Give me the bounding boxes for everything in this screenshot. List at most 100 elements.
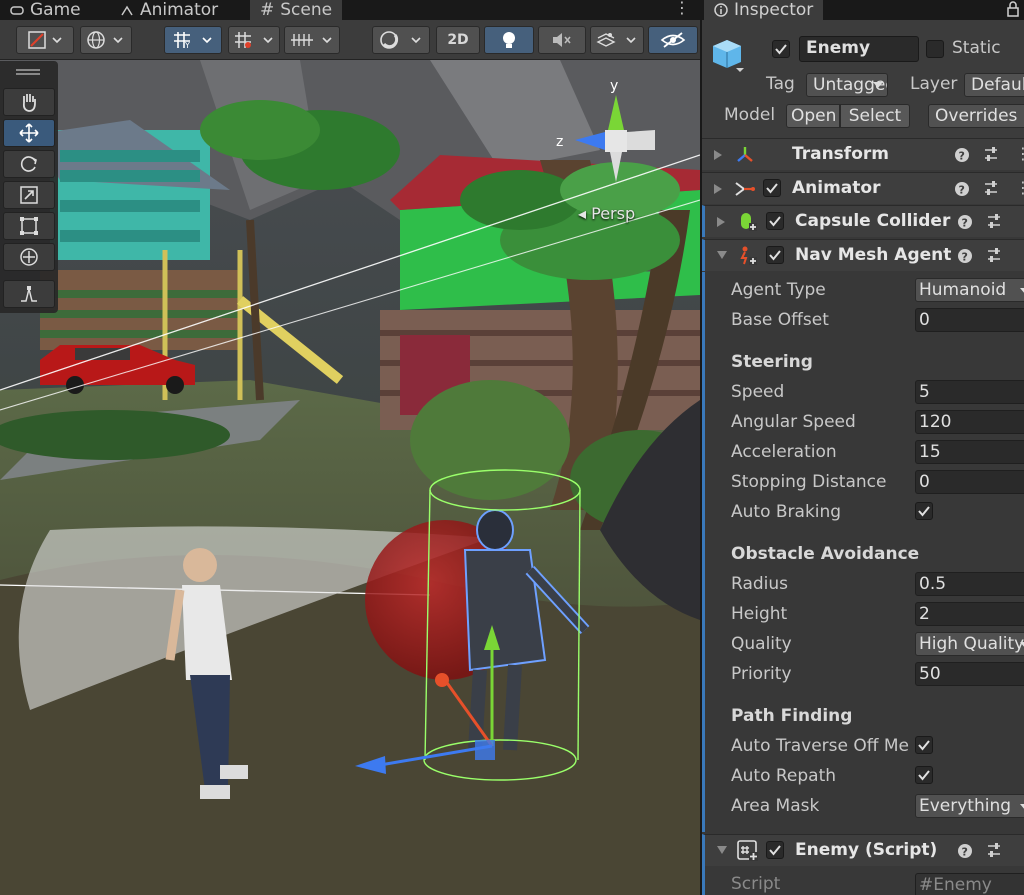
custom-tool-button[interactable] <box>3 280 55 308</box>
auto-traverse-checkbox[interactable] <box>915 736 933 754</box>
preset-sliders-icon[interactable] <box>986 842 1002 858</box>
enemy-script-enabled-checkbox[interactable] <box>766 841 784 859</box>
checkmark-icon <box>769 250 781 261</box>
audio-toggle-button[interactable] <box>538 26 586 54</box>
enemy-script-body: Script #Enemy <box>702 866 1024 895</box>
lock-icon[interactable] <box>1006 1 1020 17</box>
lighting-toggle-button[interactable] <box>484 26 534 54</box>
sphere-shading-icon <box>380 31 421 49</box>
gameobject-active-checkbox[interactable] <box>772 40 790 58</box>
increment-snap-dropdown[interactable] <box>228 26 280 54</box>
component-menu-icon[interactable]: ⋮ <box>1015 178 1024 197</box>
component-capsule-collider[interactable]: Capsule Collider ? ⋮ <box>702 205 1024 237</box>
agent-type-dropdown[interactable]: Humanoid <box>915 278 1024 302</box>
height-field[interactable]: 2 <box>915 602 1024 626</box>
help-icon[interactable]: ? <box>957 214 973 230</box>
tab-scene[interactable]: # Scene <box>250 0 343 20</box>
scene-render-image[interactable]: y z <box>0 60 700 895</box>
scale-tool-button[interactable] <box>3 181 55 209</box>
rotate-tool-button[interactable] <box>3 150 55 178</box>
height-label[interactable]: Height <box>731 604 787 624</box>
tab-animator[interactable]: Animator <box>110 0 228 20</box>
scene-menu-icon[interactable]: ⋮ <box>674 0 690 17</box>
speed-label[interactable]: Speed <box>731 382 784 402</box>
effects-dropdown[interactable] <box>590 26 644 54</box>
angular-speed-field[interactable]: 120 <box>915 410 1024 434</box>
transform-tool-button[interactable] <box>3 243 55 271</box>
auto-braking-checkbox[interactable] <box>915 502 933 520</box>
preset-sliders-icon[interactable] <box>983 180 999 196</box>
help-icon[interactable]: ? <box>957 843 973 859</box>
tab-inspector[interactable]: Inspector <box>704 0 824 20</box>
preset-sliders-icon[interactable] <box>986 213 1002 229</box>
overrides-dropdown[interactable]: Overrides <box>928 104 1024 128</box>
animator-enabled-checkbox[interactable] <box>763 179 781 197</box>
prefab-cube-icon[interactable] <box>712 36 746 74</box>
open-model-button[interactable]: Open <box>786 104 840 128</box>
auto-repath-label: Auto Repath <box>731 766 837 786</box>
capsule-collider-enabled-checkbox[interactable] <box>766 212 784 230</box>
component-animator[interactable]: Animator ? ⋮ <box>702 172 1024 204</box>
script-object-field[interactable]: #Enemy <box>915 873 1024 895</box>
draw-mode-dropdown[interactable] <box>16 26 74 54</box>
area-mask-dropdown[interactable]: Everything <box>915 794 1024 818</box>
priority-label[interactable]: Priority <box>731 664 792 684</box>
acceleration-field[interactable]: 15 <box>915 440 1024 464</box>
radius-field[interactable]: 0.5 <box>915 572 1024 596</box>
component-menu-icon[interactable]: ⋮ <box>1018 840 1024 859</box>
render-paths-dropdown[interactable] <box>80 26 132 54</box>
help-icon[interactable]: ? <box>954 181 970 197</box>
checkmark-icon <box>769 216 781 227</box>
stopping-distance-label[interactable]: Stopping Distance <box>731 472 886 492</box>
drag-handle[interactable] <box>16 69 40 71</box>
angular-speed-label[interactable]: Angular Speed <box>731 412 856 432</box>
preset-sliders-icon[interactable] <box>986 247 1002 263</box>
grid-visibility-dropdown[interactable] <box>284 26 340 54</box>
rect-tool-button[interactable] <box>3 212 55 240</box>
help-icon[interactable]: ? <box>957 248 973 264</box>
perspective-label[interactable]: ◂ Persp <box>578 204 635 223</box>
2d-toggle-button[interactable]: 2D <box>436 26 480 54</box>
hidden-eye-icon <box>660 32 686 48</box>
stopping-distance-field[interactable]: 0 <box>915 470 1024 494</box>
quality-dropdown[interactable]: High Quality <box>915 632 1024 656</box>
scene-visibility-toggle[interactable] <box>648 26 698 54</box>
scene-viewport[interactable]: y z <box>0 60 700 895</box>
hand-tool-button[interactable] <box>3 88 55 116</box>
preset-sliders-icon[interactable] <box>983 146 999 162</box>
script-label: Script <box>731 874 781 894</box>
acceleration-label[interactable]: Acceleration <box>731 442 837 462</box>
auto-repath-checkbox[interactable] <box>915 766 933 784</box>
scale-icon <box>20 186 38 204</box>
lightbulb-icon <box>503 32 515 48</box>
rotate-icon <box>20 156 37 172</box>
component-menu-icon[interactable]: ⋮ <box>1018 211 1024 230</box>
component-menu-icon[interactable]: ⋮ <box>1018 245 1024 264</box>
radius-label[interactable]: Radius <box>731 574 788 594</box>
grid-snap-toggle[interactable]: Y <box>164 26 222 54</box>
tab-game[interactable]: Game <box>0 0 91 20</box>
priority-field[interactable]: 50 <box>915 662 1024 686</box>
checkmark-icon <box>775 44 787 55</box>
grid-lines-icon <box>291 34 332 46</box>
gameobject-name-field[interactable]: Enemy <box>799 36 919 62</box>
static-checkbox[interactable] <box>926 40 944 58</box>
component-nav-mesh-agent[interactable]: Nav Mesh Agent ? ⋮ <box>702 239 1024 271</box>
nav-mesh-agent-enabled-checkbox[interactable] <box>766 246 784 264</box>
component-enemy-script[interactable]: Enemy (Script) ? ⋮ <box>702 834 1024 866</box>
base-offset-field[interactable]: 0 <box>915 308 1024 332</box>
component-transform[interactable]: Transform ? ⋮ <box>702 138 1024 170</box>
component-menu-icon[interactable]: ⋮ <box>1015 144 1024 163</box>
model-label: Model <box>724 105 776 125</box>
shading-mode-dropdown[interactable] <box>372 26 430 54</box>
select-model-button[interactable]: Select <box>840 104 910 128</box>
chevron-down-icon <box>1020 288 1024 293</box>
move-tool-button[interactable] <box>3 119 55 147</box>
move-arrows-icon <box>19 123 39 143</box>
layer-dropdown[interactable]: Default <box>964 73 1024 97</box>
help-icon[interactable]: ? <box>954 147 970 163</box>
tag-dropdown[interactable]: Untagged <box>806 73 888 97</box>
script-file-icon: # <box>919 875 934 895</box>
speed-field[interactable]: 5 <box>915 380 1024 404</box>
checkmark-icon <box>769 845 781 856</box>
